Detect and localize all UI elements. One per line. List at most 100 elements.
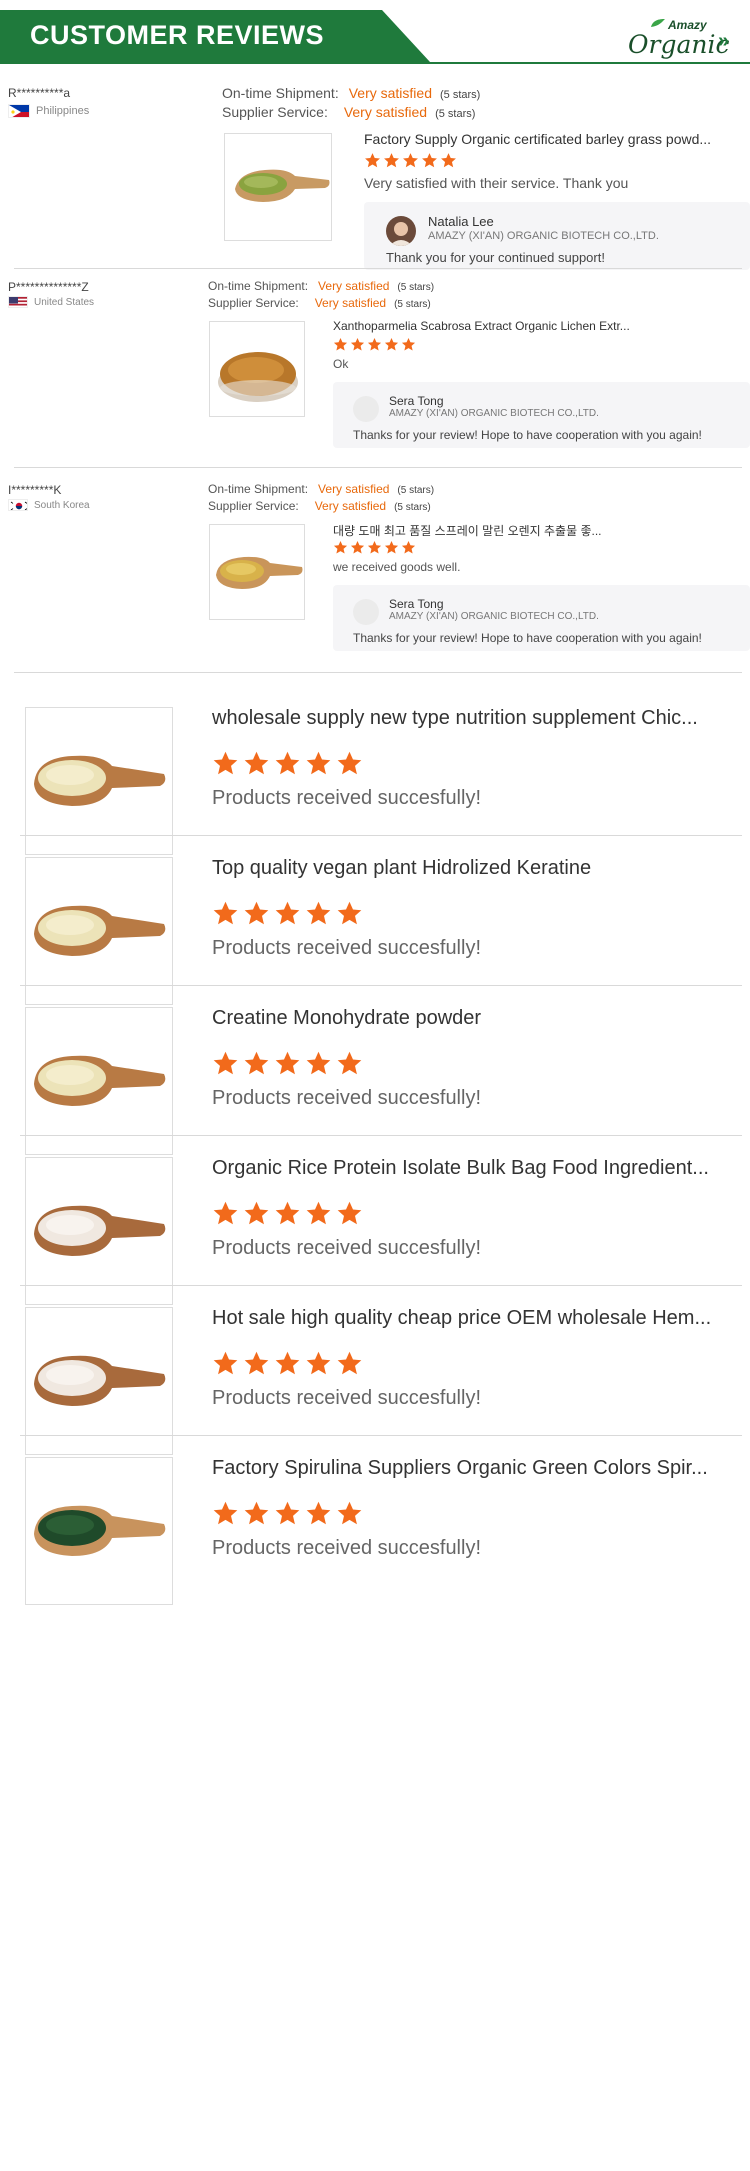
list-item: Top quality vegan plant Hidrolized Kerat… xyxy=(0,840,750,1005)
star-icon xyxy=(367,540,382,554)
product-title-link[interactable]: Factory Supply Organic certificated barl… xyxy=(364,131,711,147)
star-icon xyxy=(350,540,365,554)
star-icon xyxy=(333,337,348,351)
item-divider xyxy=(20,1285,742,1286)
review-divider xyxy=(14,672,742,673)
reply-author: Sera Tong xyxy=(389,394,444,408)
review-comment: we received goods well. xyxy=(333,560,461,574)
review-divider xyxy=(14,467,742,468)
service-label: Supplier Service: xyxy=(208,296,299,310)
shipment-stars-text: (5 stars) xyxy=(439,89,481,101)
shipment-label: On-time Shipment: xyxy=(208,482,309,496)
star-icon xyxy=(337,1501,362,1525)
reply-author: Natalia Lee xyxy=(428,214,494,229)
product-title-link[interactable]: Factory Spirulina Suppliers Organic Gree… xyxy=(212,1457,708,1480)
star-icon xyxy=(306,1201,331,1225)
chevron-right-icon[interactable]: » xyxy=(718,30,729,53)
star-icon xyxy=(275,751,300,775)
star-icon xyxy=(213,1501,238,1525)
star-icon xyxy=(384,540,399,554)
supplier-reply: Sera Tong AMAZY (XI'AN) ORGANIC BIOTECH … xyxy=(333,585,750,651)
star-rating xyxy=(333,337,416,352)
star-rating xyxy=(212,1500,363,1527)
product-thumbnail[interactable] xyxy=(209,321,305,417)
star-icon xyxy=(306,1501,331,1525)
shipment-value: Very satisfied xyxy=(318,279,390,293)
reply-company: AMAZY (XI'AN) ORGANIC BIOTECH CO.,LTD. xyxy=(428,230,659,242)
product-title-link[interactable]: Hot sale high quality cheap price OEM wh… xyxy=(212,1307,711,1330)
product-thumbnail[interactable] xyxy=(25,1007,173,1155)
star-icon xyxy=(275,901,300,925)
review-divider xyxy=(14,268,742,269)
philippines-flag-icon xyxy=(8,104,30,118)
star-icon xyxy=(441,153,456,168)
product-thumbnail[interactable] xyxy=(224,133,332,241)
header-divider xyxy=(0,62,750,64)
star-icon xyxy=(213,1051,238,1075)
star-icon xyxy=(367,337,382,351)
reviewer-name: I*********K xyxy=(8,483,62,497)
supplier-reply: Sera Tong AMAZY (XI'AN) ORGANIC BIOTECH … xyxy=(333,382,750,448)
star-icon xyxy=(244,751,269,775)
star-icon xyxy=(422,153,437,168)
united-states-flag-icon xyxy=(8,296,28,308)
review-comment: Products received succesfully! xyxy=(212,1537,482,1559)
service-rating: Supplier Service: Very satisfied (5 stars) xyxy=(208,296,431,310)
product-title-link[interactable]: wholesale supply new type nutrition supp… xyxy=(212,707,698,730)
star-icon xyxy=(213,1351,238,1375)
product-title-link[interactable]: 대량 도매 최고 품질 스프레이 말린 오렌지 추출물 좋... xyxy=(333,522,602,539)
star-icon xyxy=(244,1201,269,1225)
review-card: P**************Z United States On-time S… xyxy=(0,278,750,458)
review-comment: Products received succesfully! xyxy=(212,1237,482,1259)
star-icon xyxy=(401,337,416,351)
product-thumbnail[interactable] xyxy=(25,1307,173,1455)
list-item: wholesale supply new type nutrition supp… xyxy=(0,690,750,855)
shipment-rating: On-time Shipment: Very satisfied (5 stars) xyxy=(208,482,434,496)
customer-reviews-page: CUSTOMER REVIEWS Amazy Organic » R******… xyxy=(0,0,750,2171)
star-icon xyxy=(306,901,331,925)
service-stars-text: (5 stars) xyxy=(435,108,476,120)
star-icon xyxy=(401,540,416,554)
reviewer-country: Philippines xyxy=(8,104,89,118)
star-icon xyxy=(337,1051,362,1075)
star-icon xyxy=(244,1501,269,1525)
product-thumbnail[interactable] xyxy=(209,524,305,620)
reviewer-country: United States xyxy=(8,296,94,308)
star-icon xyxy=(244,1051,269,1075)
product-title-link[interactable]: Top quality vegan plant Hidrolized Kerat… xyxy=(212,857,591,880)
star-icon xyxy=(337,751,362,775)
shipment-stars-text: (5 stars) xyxy=(397,485,435,496)
reviewer-name: R**********a xyxy=(8,86,71,100)
leaf-icon xyxy=(651,19,665,27)
page-title: CUSTOMER REVIEWS xyxy=(30,20,325,50)
star-rating xyxy=(333,540,416,555)
star-icon xyxy=(337,1201,362,1225)
star-icon xyxy=(384,153,399,168)
star-icon xyxy=(350,337,365,351)
brand-logo[interactable]: Amazy Organic xyxy=(628,16,729,60)
star-icon xyxy=(337,901,362,925)
shipment-value: Very satisfied xyxy=(348,85,432,101)
review-card: R**********a Philippines On-time Shipmen… xyxy=(0,80,750,270)
list-item: Factory Spirulina Suppliers Organic Gree… xyxy=(0,1440,750,1605)
service-stars-text: (5 stars) xyxy=(394,502,431,513)
reply-text: Thanks for your review! Hope to have coo… xyxy=(353,631,702,645)
item-divider xyxy=(20,835,742,836)
product-thumbnail[interactable] xyxy=(25,707,173,855)
product-thumbnail[interactable] xyxy=(25,1157,173,1305)
star-rating xyxy=(212,900,363,927)
avatar xyxy=(353,599,379,625)
supplier-reply: Natalia Lee AMAZY (XI'AN) ORGANIC BIOTEC… xyxy=(364,202,750,270)
product-title-link[interactable]: Creatine Monohydrate powder xyxy=(212,1007,481,1030)
star-icon xyxy=(213,751,238,775)
brand-name-large: Organic xyxy=(628,30,730,59)
star-icon xyxy=(403,153,418,168)
product-title-link[interactable]: Organic Rice Protein Isolate Bulk Bag Fo… xyxy=(212,1157,709,1180)
review-comment: Products received succesfully! xyxy=(212,787,482,809)
product-thumbnail[interactable] xyxy=(25,857,173,1005)
product-thumbnail[interactable] xyxy=(25,1457,173,1605)
product-title-link[interactable]: Xanthoparmelia Scabrosa Extract Organic … xyxy=(333,319,630,333)
reply-text: Thank you for your continued support! xyxy=(386,250,605,265)
star-rating xyxy=(212,1200,363,1227)
item-divider xyxy=(20,985,742,986)
